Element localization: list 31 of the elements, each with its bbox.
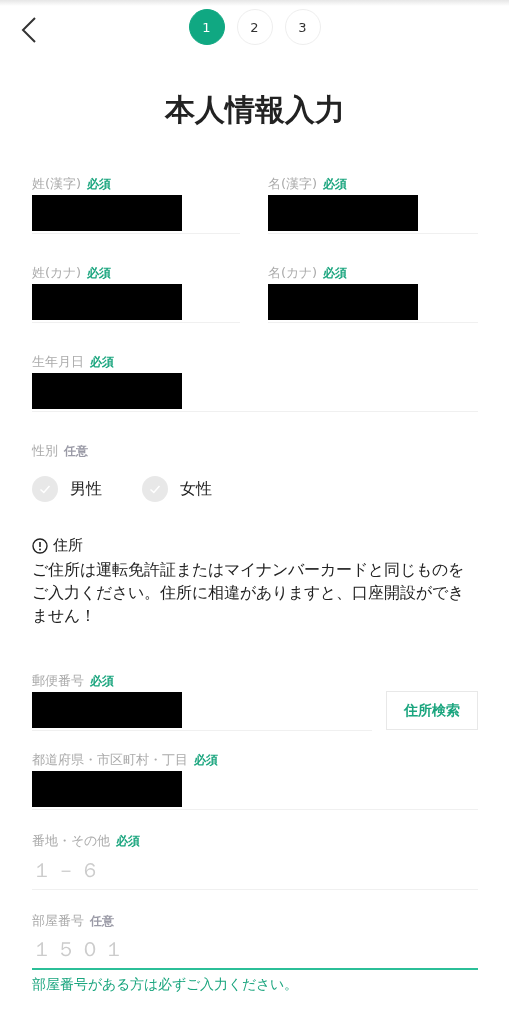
required-label: 必須 bbox=[116, 833, 140, 850]
field-label: 姓(カナ) bbox=[32, 264, 82, 282]
notice-title: 住所 bbox=[53, 536, 83, 555]
step-indicator: 1 bbox=[188, 9, 225, 45]
field-label: 都道府県・市区町村・丁目 bbox=[32, 751, 188, 769]
alert-icon bbox=[32, 537, 48, 554]
field-label: 名(漢字) bbox=[268, 175, 318, 193]
field-label: 生年月日 bbox=[32, 353, 84, 371]
required-label: 必須 bbox=[90, 354, 114, 371]
required-label: 必須 bbox=[323, 176, 348, 193]
back-icon[interactable] bbox=[20, 16, 38, 44]
gender-option[interactable]: 男性 bbox=[32, 476, 102, 502]
field-label: 番地・その他 bbox=[32, 832, 110, 850]
gender-option[interactable]: 女性 bbox=[142, 476, 212, 502]
optional-label: 任意 bbox=[64, 443, 88, 460]
notice-text: ご住所は運転免許証またはマイナンバーカードと同じものをご入力ください。住所に相違がありますと、口座開設ができません！ bbox=[32, 560, 465, 627]
field-label: 名(カナ) bbox=[268, 264, 318, 282]
page-title: 本人情報入力 bbox=[163, 91, 346, 129]
field-label: 姓(漢字) bbox=[32, 175, 82, 193]
field-label: 部屋番号 bbox=[32, 912, 84, 930]
field-label: 郵便番号 bbox=[32, 672, 84, 690]
required-label: 必須 bbox=[87, 176, 112, 193]
step-indicator: 3 bbox=[284, 9, 321, 45]
step-indicator: 2 bbox=[236, 9, 273, 45]
required-label: 必須 bbox=[87, 265, 112, 282]
field-hint: 部屋番号がある方は必ずご入力ください。 bbox=[32, 976, 299, 994]
optional-label: 任意 bbox=[90, 913, 114, 930]
required-label: 必須 bbox=[194, 752, 218, 769]
required-label: 必須 bbox=[90, 673, 114, 690]
field-label: 性別 bbox=[32, 442, 58, 460]
required-label: 必須 bbox=[323, 265, 348, 282]
